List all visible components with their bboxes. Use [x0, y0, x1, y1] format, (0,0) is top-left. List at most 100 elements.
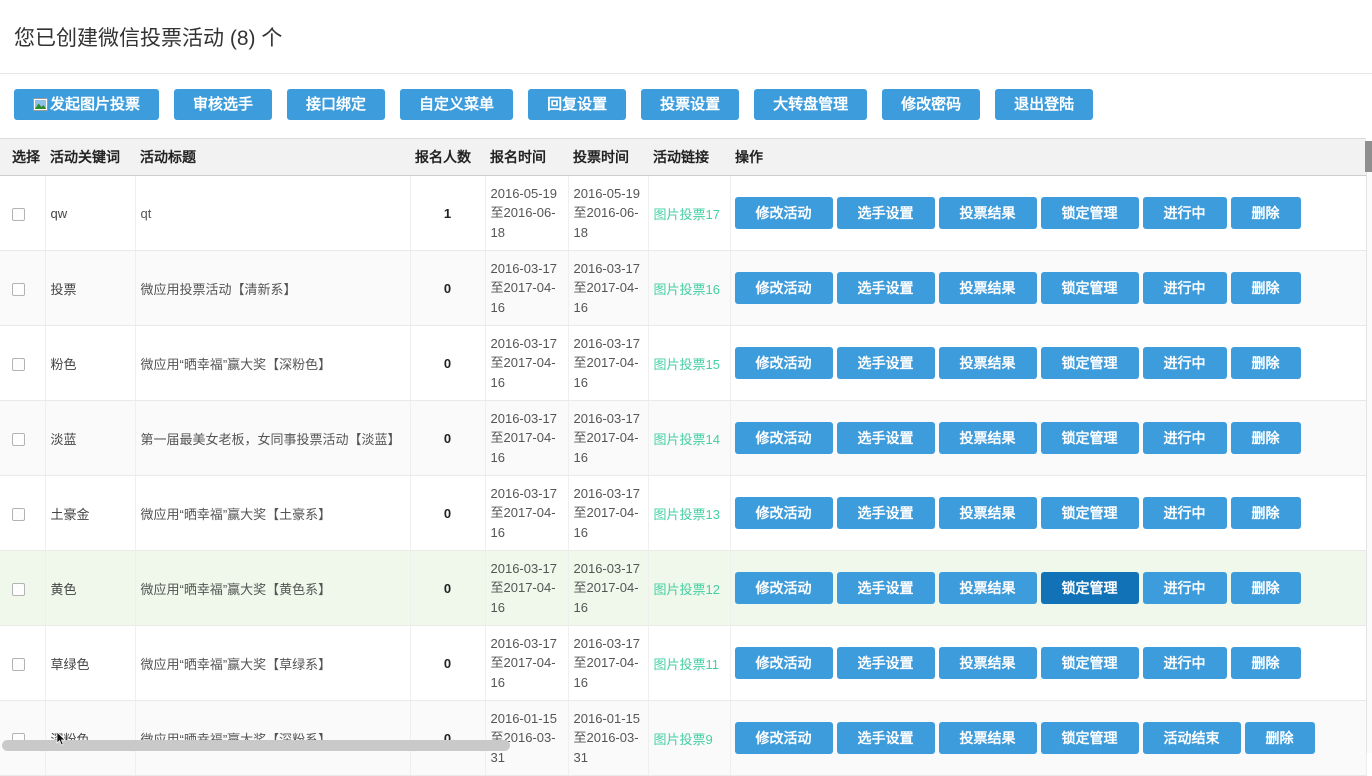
toolbar-button[interactable]: 回复设置: [528, 89, 626, 120]
table-body: qwqt12016-05-19 至2016-06-182016-05-19 至2…: [0, 176, 1366, 776]
activity-link[interactable]: 图片投票13: [654, 507, 720, 522]
table-row: qwqt12016-05-19 至2016-06-182016-05-19 至2…: [0, 176, 1366, 251]
action-button[interactable]: 选手设置: [837, 347, 935, 379]
action-button[interactable]: 进行中: [1143, 572, 1227, 604]
action-button[interactable]: 选手设置: [837, 572, 935, 604]
page-header: 您已创建微信投票活动 (8) 个: [0, 0, 1372, 74]
action-button[interactable]: 投票结果: [939, 197, 1037, 229]
action-button[interactable]: 修改活动: [735, 572, 833, 604]
activity-title: 微应用“晒幸福”赢大奖【深粉系】: [135, 701, 410, 776]
toolbar-button[interactable]: 发起图片投票: [14, 89, 159, 120]
signup-count: 0: [410, 701, 485, 776]
action-button[interactable]: 删除: [1245, 722, 1315, 754]
vote-time: 2016-03-17 至2017-04-16: [568, 626, 648, 701]
vertical-scrollbar-track[interactable]: [1366, 141, 1372, 753]
toolbar-button[interactable]: 审核选手: [174, 89, 272, 120]
action-button[interactable]: 锁定管理: [1041, 647, 1139, 679]
vote-time: 2016-01-15 至2016-03-31: [568, 701, 648, 776]
action-button[interactable]: 活动结束: [1143, 722, 1241, 754]
action-button[interactable]: 选手设置: [837, 722, 935, 754]
action-button[interactable]: 删除: [1231, 422, 1301, 454]
action-button[interactable]: 删除: [1231, 497, 1301, 529]
action-button[interactable]: 删除: [1231, 197, 1301, 229]
actions-cell: 修改活动选手设置投票结果锁定管理进行中删除: [730, 551, 1366, 626]
toolbar-button[interactable]: 退出登陆: [995, 89, 1093, 120]
activity-link[interactable]: 图片投票12: [654, 582, 720, 597]
action-button[interactable]: 修改活动: [735, 197, 833, 229]
action-button[interactable]: 进行中: [1143, 197, 1227, 229]
action-button[interactable]: 删除: [1231, 347, 1301, 379]
select-cell: [0, 701, 45, 776]
action-button[interactable]: 投票结果: [939, 497, 1037, 529]
action-button[interactable]: 选手设置: [837, 422, 935, 454]
toolbar-button[interactable]: 大转盘管理: [754, 89, 867, 120]
action-button[interactable]: 修改活动: [735, 647, 833, 679]
row-checkbox[interactable]: [12, 583, 25, 596]
activity-title: 微应用“晒幸福”赢大奖【黄色系】: [135, 551, 410, 626]
action-button[interactable]: 选手设置: [837, 647, 935, 679]
action-button[interactable]: 锁定管理: [1041, 272, 1139, 304]
toolbar-button[interactable]: 投票设置: [641, 89, 739, 120]
table-header-row: 选择活动关键词活动标题报名人数报名时间投票时间活动链接操作: [0, 139, 1366, 176]
activity-link[interactable]: 图片投票11: [654, 657, 720, 672]
row-checkbox[interactable]: [12, 658, 25, 671]
vertical-scrollbar-thumb[interactable]: [1365, 141, 1372, 172]
activity-link[interactable]: 图片投票9: [654, 732, 713, 747]
action-button[interactable]: 选手设置: [837, 497, 935, 529]
action-button[interactable]: 进行中: [1143, 272, 1227, 304]
action-button[interactable]: 锁定管理: [1041, 497, 1139, 529]
action-button[interactable]: 修改活动: [735, 422, 833, 454]
action-button[interactable]: 进行中: [1143, 422, 1227, 454]
action-button[interactable]: 进行中: [1143, 647, 1227, 679]
select-cell: [0, 326, 45, 401]
action-button[interactable]: 进行中: [1143, 497, 1227, 529]
action-button[interactable]: 锁定管理: [1041, 422, 1139, 454]
action-button[interactable]: 投票结果: [939, 647, 1037, 679]
action-button[interactable]: 删除: [1231, 647, 1301, 679]
activity-link[interactable]: 图片投票15: [654, 357, 720, 372]
activity-link[interactable]: 图片投票17: [654, 207, 720, 222]
vote-time: 2016-03-17 至2017-04-16: [568, 551, 648, 626]
activity-keyword: 草绿色: [45, 626, 135, 701]
actions-group: 修改活动选手设置投票结果锁定管理进行中删除: [735, 647, 1361, 679]
action-button[interactable]: 投票结果: [939, 272, 1037, 304]
action-button[interactable]: 投票结果: [939, 722, 1037, 754]
activity-link[interactable]: 图片投票16: [654, 282, 720, 297]
action-button[interactable]: 删除: [1231, 572, 1301, 604]
select-cell: [0, 551, 45, 626]
actions-cell: 修改活动选手设置投票结果锁定管理进行中删除: [730, 326, 1366, 401]
activities-table-wrap: 选择活动关键词活动标题报名人数报名时间投票时间活动链接操作 qwqt12016-…: [0, 138, 1372, 776]
action-button[interactable]: 选手设置: [837, 272, 935, 304]
action-button[interactable]: 进行中: [1143, 347, 1227, 379]
row-checkbox[interactable]: [12, 208, 25, 221]
activity-keyword: 黄色: [45, 551, 135, 626]
row-checkbox[interactable]: [12, 283, 25, 296]
action-button[interactable]: 锁定管理: [1041, 722, 1139, 754]
action-button[interactable]: 修改活动: [735, 497, 833, 529]
action-button[interactable]: 投票结果: [939, 572, 1037, 604]
toolbar-button[interactable]: 自定义菜单: [400, 89, 513, 120]
action-button[interactable]: 锁定管理: [1041, 347, 1139, 379]
action-button[interactable]: 选手设置: [837, 197, 935, 229]
column-header: 投票时间: [568, 139, 648, 176]
action-button[interactable]: 投票结果: [939, 347, 1037, 379]
action-button[interactable]: 修改活动: [735, 347, 833, 379]
activity-link[interactable]: 图片投票14: [654, 432, 720, 447]
activity-link-cell: 图片投票17: [648, 176, 730, 251]
toolbar-button[interactable]: 接口绑定: [287, 89, 385, 120]
row-checkbox[interactable]: [12, 433, 25, 446]
actions-group: 修改活动选手设置投票结果锁定管理进行中删除: [735, 422, 1361, 454]
horizontal-scrollbar-thumb[interactable]: [2, 740, 510, 751]
action-button[interactable]: 修改活动: [735, 272, 833, 304]
action-button[interactable]: 修改活动: [735, 722, 833, 754]
action-button[interactable]: 锁定管理: [1041, 572, 1139, 604]
row-checkbox[interactable]: [12, 508, 25, 521]
vote-time: 2016-03-17 至2017-04-16: [568, 251, 648, 326]
action-button[interactable]: 删除: [1231, 272, 1301, 304]
toolbar-button[interactable]: 修改密码: [882, 89, 980, 120]
activity-link-cell: 图片投票12: [648, 551, 730, 626]
action-button[interactable]: 锁定管理: [1041, 197, 1139, 229]
signup-count: 0: [410, 626, 485, 701]
row-checkbox[interactable]: [12, 358, 25, 371]
action-button[interactable]: 投票结果: [939, 422, 1037, 454]
